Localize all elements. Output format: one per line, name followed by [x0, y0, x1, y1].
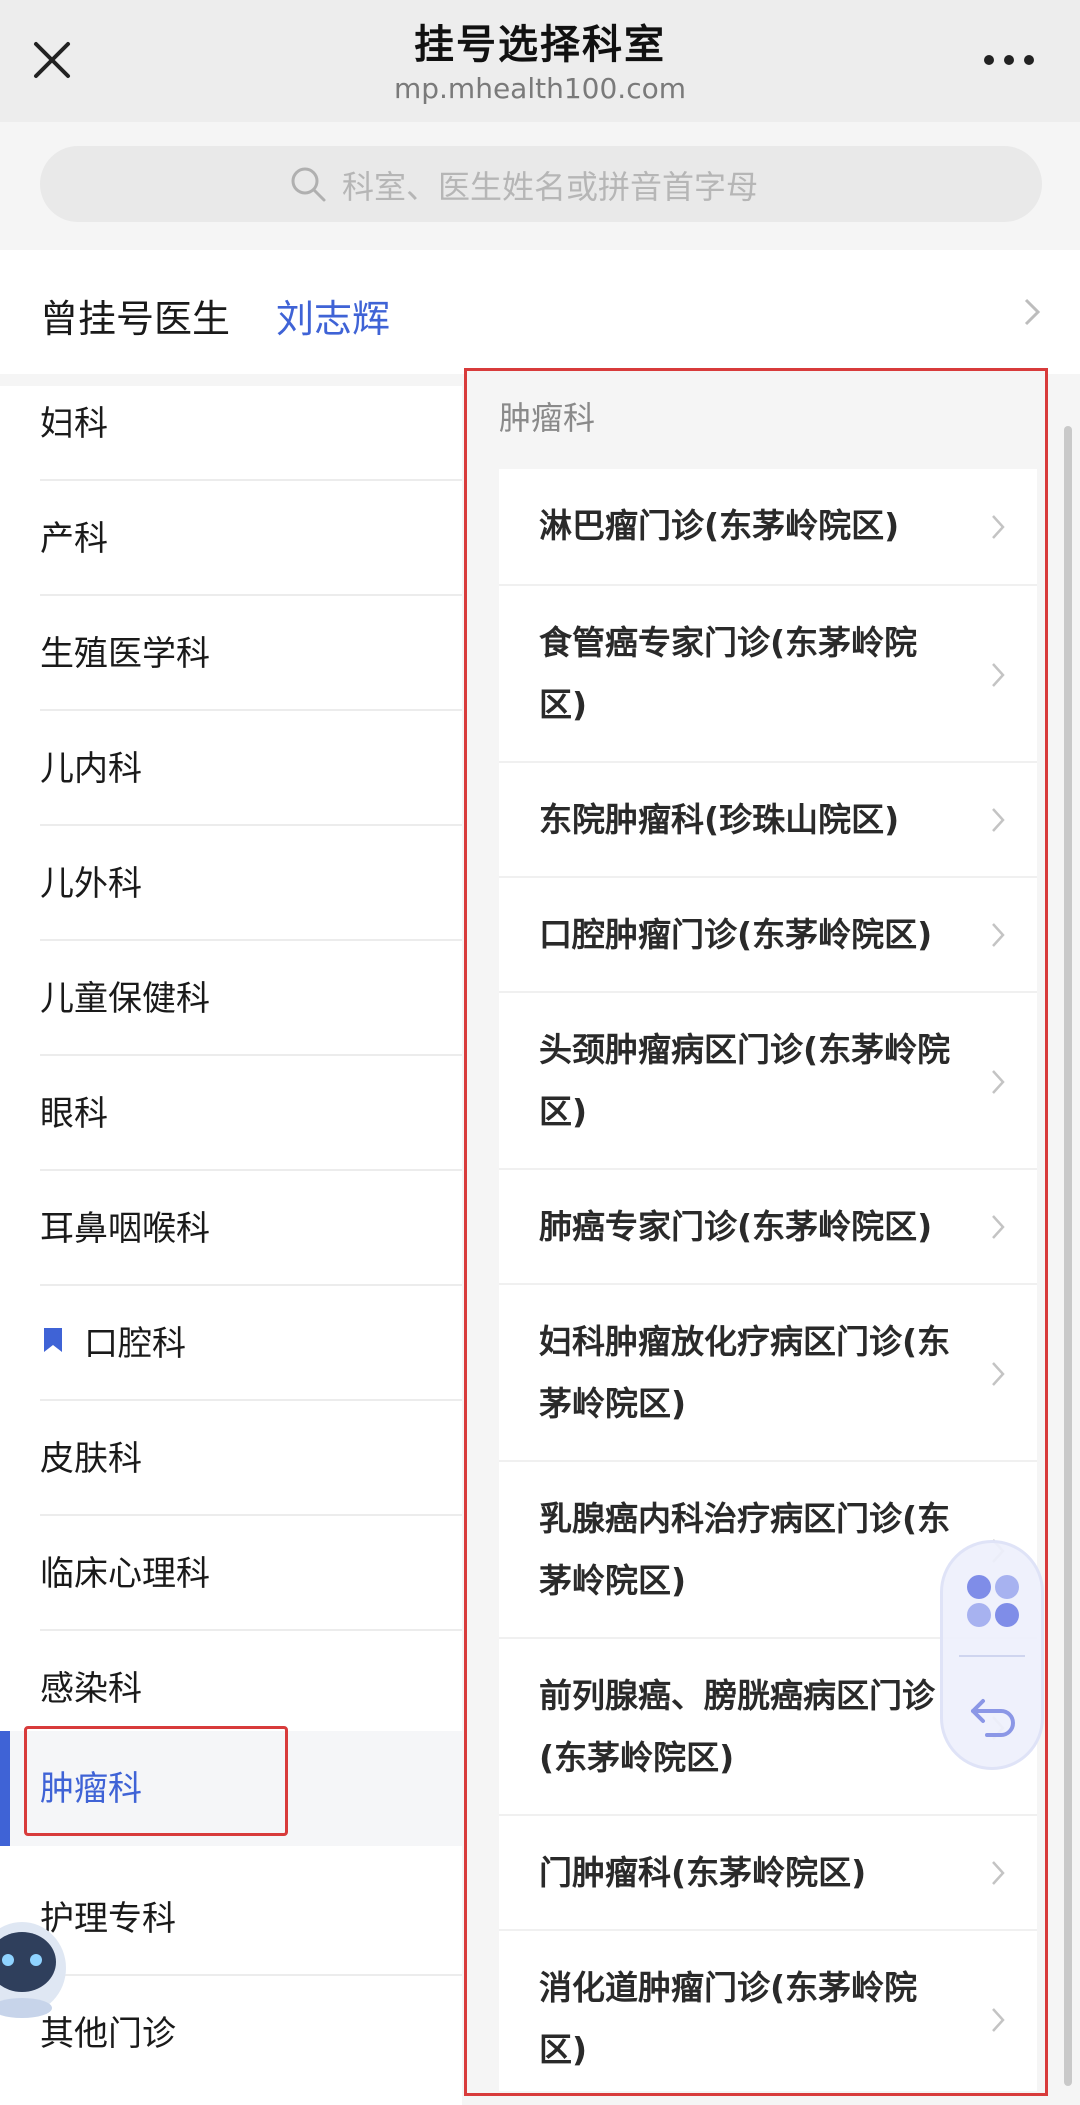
clinic-label: 前列腺癌、膀胱癌病区门诊(东茅岭院区)	[539, 1676, 935, 1777]
chevron-right-icon	[992, 808, 1005, 832]
department-item[interactable]: 眼科	[0, 1056, 462, 1171]
clinic-label: 淋巴瘤门诊(东茅岭院区)	[539, 506, 900, 545]
department-label: 皮肤科	[40, 1439, 142, 1479]
page-title: 挂号选择科室	[414, 22, 666, 68]
chevron-right-icon	[992, 2008, 1005, 2032]
clinic-item[interactable]: 妇科肿瘤放化疗病区门诊(东茅岭院区)	[499, 1285, 1037, 1462]
clinic-label: 食管癌专家门诊(东茅岭院区)	[539, 623, 918, 724]
department-item[interactable]: 妇科	[0, 366, 462, 481]
clinic-label: 妇科肿瘤放化疗病区门诊(东茅岭院区)	[539, 1322, 951, 1423]
section-title: 肿瘤科	[499, 399, 596, 437]
clinic-item[interactable]: 口腔肿瘤门诊(东茅岭院区)	[499, 878, 1037, 993]
previous-doctor-label: 曾挂号医生	[40, 297, 231, 341]
floating-toolbar[interactable]	[940, 1540, 1044, 1770]
clinic-label: 消化道肿瘤门诊(东茅岭院区)	[539, 1968, 918, 2069]
clinic-item[interactable]: 肺癌专家门诊(东茅岭院区)	[499, 1170, 1037, 1285]
clinic-item[interactable]: 门肿瘤科(东茅岭院区)	[499, 1816, 1037, 1931]
search-placeholder: 科室、医生姓名或拼音首字母	[342, 168, 759, 206]
department-item[interactable]: 儿外科	[0, 826, 462, 941]
department-label: 口腔科	[84, 1324, 186, 1364]
chevron-right-icon	[992, 1362, 1005, 1386]
department-item[interactable]: 产科	[0, 481, 462, 596]
department-item[interactable]: 耳鼻咽喉科	[0, 1171, 462, 1286]
top-bar: 挂号选择科室 mp.mhealth100.com	[0, 0, 1080, 122]
chevron-right-icon	[992, 923, 1005, 947]
department-item[interactable]: 儿童保健科	[0, 941, 462, 1056]
clinic-label: 门肿瘤科(东茅岭院区)	[539, 1853, 867, 1892]
search-area: 科室、医生姓名或拼音首字母	[0, 122, 1080, 250]
chevron-right-icon	[992, 1070, 1005, 1094]
back-arrow-icon[interactable]	[967, 1689, 1019, 1737]
department-item[interactable]: 护理专科	[0, 1861, 462, 1976]
previous-doctor-row[interactable]: 曾挂号医生 刘志辉	[0, 250, 1080, 374]
previous-doctor-name[interactable]: 刘志辉	[276, 288, 390, 343]
more-icon[interactable]	[982, 50, 1036, 70]
search-icon	[291, 167, 326, 202]
highlight-box-left	[24, 1726, 288, 1836]
department-label: 眼科	[40, 1094, 108, 1134]
bookmark-icon	[44, 1328, 62, 1352]
department-item[interactable]: 儿内科	[0, 711, 462, 826]
department-item[interactable]: 生殖医学科	[0, 596, 462, 711]
department-item[interactable]: 临床心理科	[0, 1516, 462, 1631]
chevron-right-icon	[992, 663, 1005, 687]
clinic-list: 淋巴瘤门诊(东茅岭院区) 食管癌专家门诊(东茅岭院区) 东院肿瘤科(珍珠山院区)…	[499, 469, 1037, 2091]
clinic-item[interactable]: 消化道肿瘤门诊(东茅岭院区)	[499, 1931, 1037, 2091]
clinic-panel: 肿瘤科 淋巴瘤门诊(东茅岭院区) 食管癌专家门诊(东茅岭院区) 东院肿瘤科(珍珠…	[464, 368, 1048, 2096]
scrollbar[interactable]	[1064, 426, 1072, 2086]
department-item[interactable]: 口腔科	[0, 1286, 462, 1401]
search-input[interactable]: 科室、医生姓名或拼音首字母	[40, 146, 1042, 222]
chevron-right-icon	[992, 1861, 1005, 1885]
page-domain: mp.mhealth100.com	[393, 72, 686, 105]
department-label: 生殖医学科	[40, 634, 210, 674]
clinic-item[interactable]: 淋巴瘤门诊(东茅岭院区)	[499, 469, 1037, 586]
clinic-label: 头颈肿瘤病区门诊(东茅岭院区)	[539, 1030, 951, 1131]
chevron-right-icon	[1024, 298, 1041, 326]
chevron-right-icon	[992, 1215, 1005, 1239]
department-label: 临床心理科	[40, 1554, 210, 1594]
clinic-label: 东院肿瘤科(珍珠山院区)	[539, 800, 900, 839]
assistant-robot-icon[interactable]	[0, 1916, 66, 2020]
clinic-item[interactable]: 东院肿瘤科(珍珠山院区)	[499, 763, 1037, 878]
department-label: 儿外科	[40, 864, 142, 904]
department-label: 妇科	[40, 404, 108, 444]
department-label: 儿童保健科	[40, 979, 210, 1019]
department-label: 产科	[40, 519, 108, 559]
department-label: 耳鼻咽喉科	[40, 1209, 210, 1249]
department-label: 感染科	[40, 1669, 142, 1709]
department-item[interactable]: 皮肤科	[0, 1401, 462, 1516]
active-indicator	[0, 1731, 10, 1846]
divider	[959, 1655, 1025, 1657]
clinic-item[interactable]: 食管癌专家门诊(东茅岭院区)	[499, 586, 1037, 763]
clinic-label: 口腔肿瘤门诊(东茅岭院区)	[539, 915, 933, 954]
clinic-item[interactable]: 头颈肿瘤病区门诊(东茅岭院区)	[499, 993, 1037, 1170]
clinic-label: 乳腺癌内科治疗病区门诊(东茅岭院区)	[539, 1499, 951, 1600]
department-item[interactable]: 其他门诊	[0, 1976, 462, 2091]
clinic-label: 肺癌专家门诊(东茅岭院区)	[539, 1207, 933, 1246]
chevron-right-icon	[992, 515, 1005, 539]
grid-icon[interactable]	[965, 1573, 1021, 1629]
department-label: 儿内科	[40, 749, 142, 789]
department-list: 妇科 产科 生殖医学科 儿内科 儿外科 儿童保健科 眼科 耳鼻咽喉科 口腔科 皮…	[0, 386, 462, 2105]
